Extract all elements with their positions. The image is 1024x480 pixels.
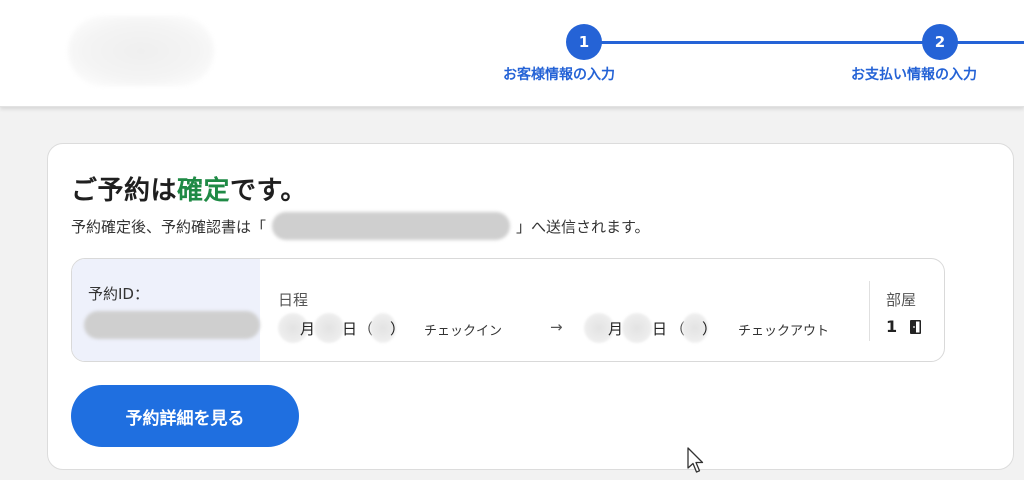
mouse-cursor-icon [687, 447, 704, 473]
title-prefix: ご予約は [71, 176, 178, 206]
checkin-paren-close: ） [390, 320, 406, 338]
step-1-circle: 1 [566, 24, 602, 60]
schedule-label: 日程 [278, 291, 309, 309]
title-highlight: 確定 [177, 176, 231, 206]
arrow-icon: → [550, 318, 563, 336]
step-1-label: お客様情報の入力 [503, 67, 615, 83]
checkin-day-unit: 日 [342, 320, 358, 338]
checkin-label: チェックイン [424, 324, 503, 339]
checkout-paren-close: ） [702, 320, 718, 338]
confirmation-card: ご予約は確定です。 予約確定後、予約確認書は「 」へ送信されます。 予約ID： … [47, 143, 1014, 470]
checkout-day-unit: 日 [652, 320, 668, 338]
header: 1 お客様情報の入力 2 お支払い情報の入力 [0, 0, 1024, 107]
page-title: ご予約は確定です。 [71, 170, 307, 207]
email-redacted [272, 212, 511, 240]
reservation-id-redacted [84, 311, 260, 339]
reservation-id-section: 予約ID： [72, 259, 260, 361]
checkout-day-redacted [622, 313, 652, 343]
title-suffix: です。 [230, 176, 307, 206]
checkin-day-redacted [314, 313, 344, 343]
room-count: 1 [886, 317, 898, 336]
checkout-label: チェックアウト [738, 324, 830, 339]
checkout-month-unit: 月 [608, 320, 624, 338]
step-2-circle: 2 [922, 24, 958, 60]
confirmation-subtitle: 予約確定後、予約確認書は「 」へ送信されます。 [71, 212, 650, 240]
site-logo[interactable] [68, 16, 214, 86]
reservation-info-box: 予約ID： 日程 月 日 （ ） チェックイン → 月 日 （ ） チェックアウ… [71, 258, 945, 362]
subtitle-before: 予約確定後、予約確認書は「 [71, 217, 267, 236]
room-divider [869, 281, 870, 341]
reservation-id-label: 予約ID： [88, 285, 149, 303]
checkin-month-unit: 月 [300, 320, 316, 338]
step-2-label: お支払い情報の入力 [851, 67, 977, 83]
subtitle-after: 」へ送信されます。 [516, 217, 650, 236]
view-reservation-details-button[interactable]: 予約詳細を見る [71, 385, 299, 447]
room-icon [910, 320, 921, 334]
room-label: 部屋 [886, 291, 917, 309]
